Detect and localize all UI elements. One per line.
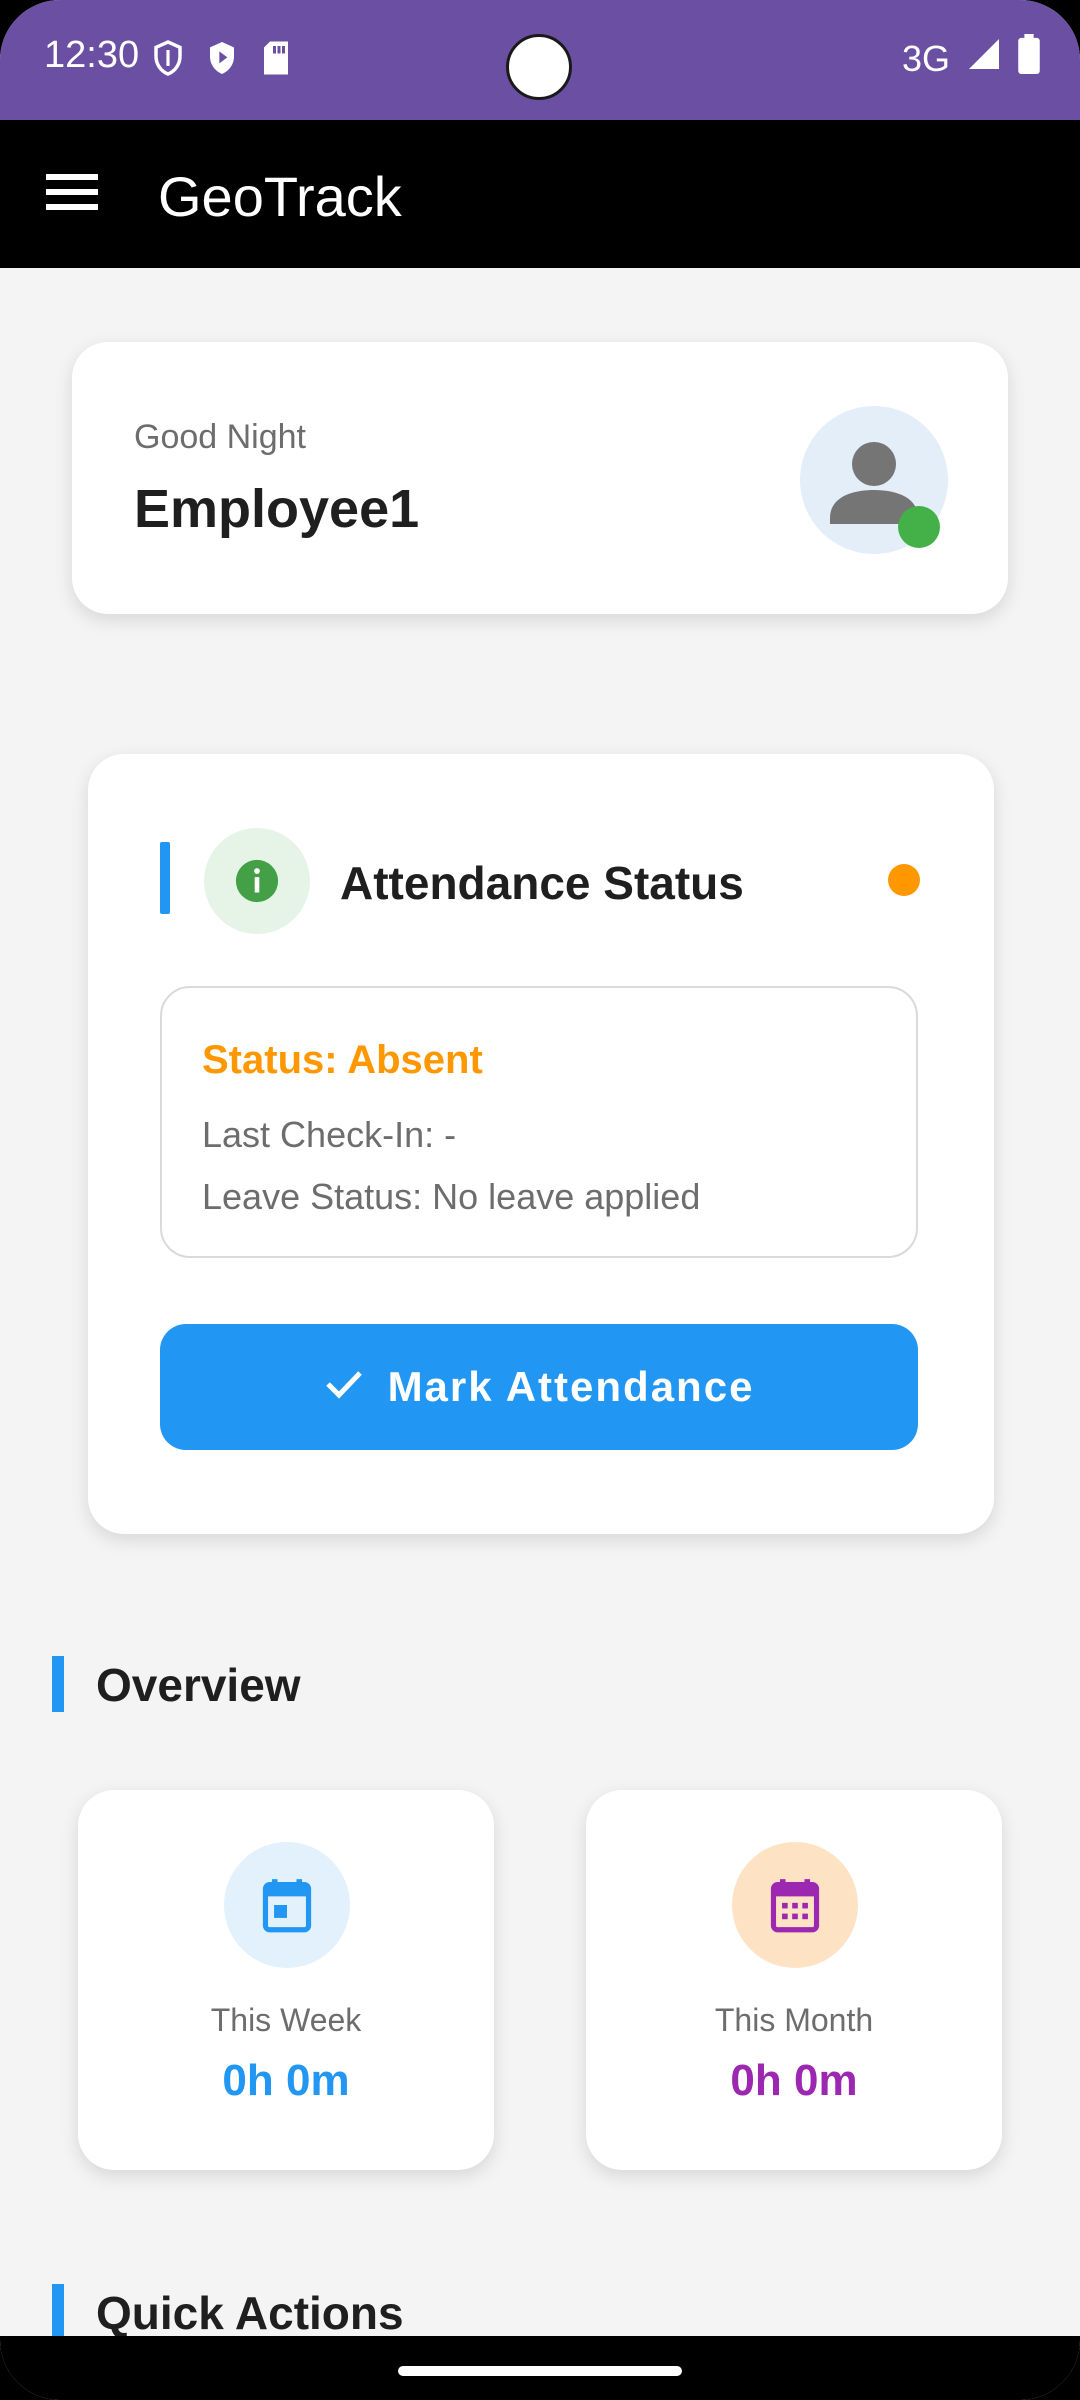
quick-actions-accent-bar: [52, 2284, 64, 2340]
online-status-dot: [898, 506, 940, 548]
calendar-month-icon: [732, 1842, 858, 1968]
this-week-value: 0h 0m: [222, 2056, 350, 2105]
app-bar: GeoTrack: [0, 120, 1080, 268]
overview-accent-bar: [52, 1656, 64, 1712]
battery-icon: [1018, 34, 1040, 83]
this-month-label: This Month: [714, 2002, 874, 2038]
status-icons: [150, 38, 294, 78]
calendar-icon: [224, 1842, 350, 1968]
status-time: 12:30: [44, 34, 140, 76]
greeting-card: Good Night Employee1: [72, 342, 1008, 614]
accent-bar: [160, 842, 170, 914]
play-shield-icon: [204, 38, 240, 78]
this-month-card[interactable]: This Month 0h 0m: [586, 1790, 1002, 2170]
leave-status: Leave Status: No leave applied: [202, 1176, 701, 1217]
shield-outline-icon: [150, 38, 186, 78]
greeting-label: Good Night: [134, 418, 306, 456]
this-week-card[interactable]: This Week 0h 0m: [78, 1790, 494, 2170]
this-month-value: 0h 0m: [730, 2056, 858, 2105]
menu-icon: [46, 172, 98, 217]
network-type: 3G: [901, 37, 950, 79]
menu-button[interactable]: [34, 164, 110, 224]
status-box: Status: Absent Last Check-In: - Leave St…: [160, 986, 918, 1258]
last-check-in: Last Check-In: -: [202, 1114, 457, 1155]
info-icon: [204, 828, 310, 934]
attendance-card: Attendance Status Status: Absent Last Ch…: [88, 754, 994, 1534]
employee-name: Employee1: [134, 479, 420, 539]
sd-card-icon: [258, 38, 294, 78]
status-right: 3G: [902, 34, 1040, 83]
screen: 12:30 3G GeoTrack Good Night Employee1 A…: [0, 0, 1080, 2400]
attendance-title: Attendance Status: [340, 857, 744, 909]
attendance-status: Status: Absent: [202, 1038, 483, 1082]
check-icon: [324, 1363, 364, 1411]
app-title: GeoTrack: [158, 165, 402, 228]
status-bar: 12:30 3G: [0, 0, 1080, 120]
front-camera: [506, 34, 572, 100]
attendance-indicator-dot: [888, 864, 920, 896]
overview-title: Overview: [96, 1659, 301, 1711]
signal-icon: [966, 36, 1002, 81]
mark-attendance-label: Mark Attendance: [387, 1363, 755, 1410]
this-week-label: This Week: [210, 2002, 362, 2038]
mark-attendance-button[interactable]: Mark Attendance: [160, 1324, 918, 1450]
quick-actions-title: Quick Actions: [96, 2287, 404, 2339]
home-gesture-pill[interactable]: [398, 2366, 682, 2376]
